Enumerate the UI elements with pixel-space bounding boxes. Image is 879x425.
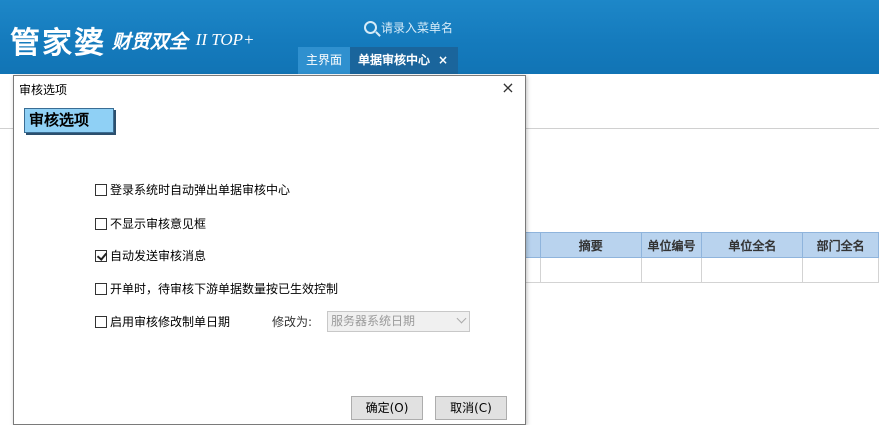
tab-close-icon[interactable]: × bbox=[438, 53, 448, 67]
logo-brand: 管家婆 bbox=[10, 26, 106, 61]
grid-cell[interactable] bbox=[802, 257, 879, 283]
app-header: 管家婆 财贸双全 II TOP+ 请录入菜单名 主界面 单据审核中心 × bbox=[0, 0, 879, 74]
grid-col-header[interactable]: 单位全名 bbox=[701, 232, 804, 258]
menu-search-input[interactable]: 请录入菜单名 bbox=[364, 19, 453, 37]
grid-cell[interactable] bbox=[539, 257, 642, 283]
close-icon[interactable]: × bbox=[500, 78, 516, 97]
option-hide-comment-box[interactable]: 不显示审核意见框 bbox=[95, 216, 206, 232]
checkbox-icon[interactable] bbox=[95, 250, 107, 262]
checkbox-icon[interactable] bbox=[95, 218, 107, 230]
audit-options-dialog: 审核选项 × 审核选项 登录系统时自动弹出单据审核中心 不显示审核意见框 自动发… bbox=[13, 75, 526, 425]
tab-audit-center-label: 单据审核中心 bbox=[358, 53, 431, 67]
option-label: 自动发送审核消息 bbox=[110, 249, 207, 263]
search-icon bbox=[364, 21, 377, 34]
option-downstream-control[interactable]: 开单时，待审核下游单据数量按已生效控制 bbox=[95, 281, 338, 297]
grid-cell[interactable] bbox=[640, 257, 703, 283]
option-label: 启用审核修改制单日期 bbox=[110, 315, 231, 329]
option-label: 不显示审核意见框 bbox=[110, 217, 207, 231]
section-title: 审核选项 bbox=[24, 108, 114, 133]
tab-main-label: 主界面 bbox=[306, 53, 343, 67]
tab-bar: 主界面 单据审核中心 × bbox=[298, 47, 459, 74]
option-auto-popup[interactable]: 登录系统时自动弹出单据审核中心 bbox=[95, 182, 290, 198]
cancel-button[interactable]: 取消(C) bbox=[435, 396, 507, 420]
grid-col-header[interactable]: 单位编号 bbox=[640, 232, 703, 258]
option-label: 开单时，待审核下游单据数量按已生效控制 bbox=[110, 282, 339, 296]
search-placeholder: 请录入菜单名 bbox=[381, 21, 454, 35]
logo-version: II TOP+ bbox=[195, 30, 255, 49]
modify-to-label: 修改为: bbox=[272, 315, 313, 329]
checkbox-icon[interactable] bbox=[95, 184, 107, 196]
date-source-select[interactable]: 服务器系统日期 bbox=[327, 311, 470, 332]
bill-grid: 摘要 单位编号 单位全名 部门全名 bbox=[520, 232, 879, 284]
dialog-title: 审核选项 bbox=[19, 83, 68, 97]
chevron-down-icon bbox=[456, 313, 467, 324]
tab-main[interactable]: 主界面 bbox=[298, 47, 351, 74]
option-auto-send-message[interactable]: 自动发送审核消息 bbox=[95, 248, 206, 264]
table-row[interactable] bbox=[520, 257, 879, 283]
app-logo: 管家婆 财贸双全 II TOP+ bbox=[10, 18, 255, 61]
option-modify-bill-date[interactable]: 启用审核修改制单日期 bbox=[95, 314, 230, 330]
grid-col-header[interactable]: 摘要 bbox=[539, 232, 642, 258]
date-source-value: 服务器系统日期 bbox=[331, 314, 416, 328]
checkbox-icon[interactable] bbox=[95, 316, 107, 328]
grid-cell[interactable] bbox=[701, 257, 804, 283]
grid-header-row: 摘要 单位编号 单位全名 部门全名 bbox=[520, 232, 879, 258]
option-label: 登录系统时自动弹出单据审核中心 bbox=[110, 183, 291, 197]
tab-audit-center[interactable]: 单据审核中心 × bbox=[350, 47, 459, 74]
checkbox-icon[interactable] bbox=[95, 283, 107, 295]
grid-col-header[interactable]: 部门全名 bbox=[802, 232, 879, 258]
logo-subtitle: 财贸双全 bbox=[111, 30, 188, 53]
ok-button[interactable]: 确定(O) bbox=[351, 396, 423, 420]
